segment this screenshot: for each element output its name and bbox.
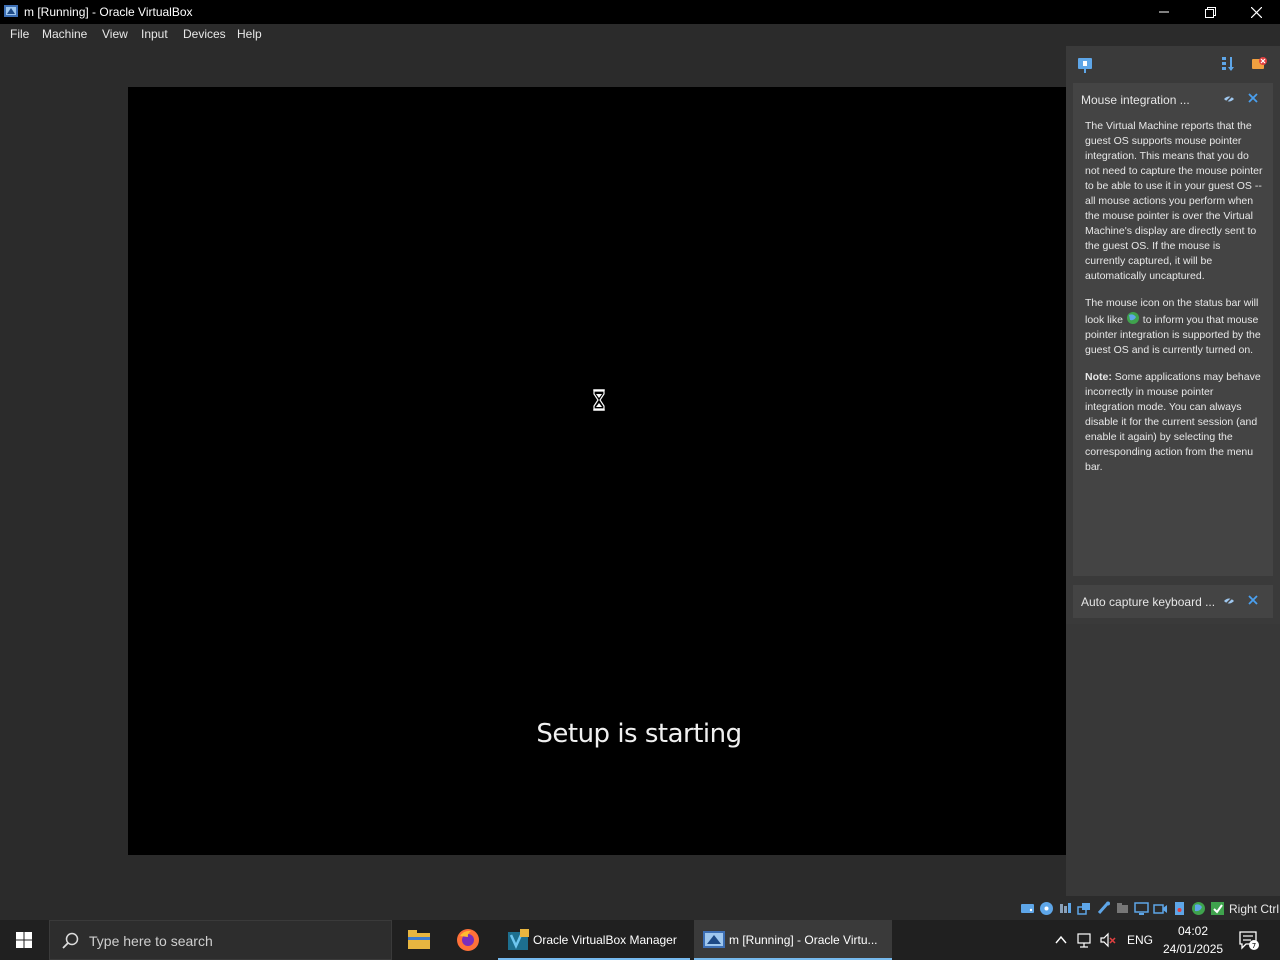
chevron-up-icon[interactable]	[1052, 931, 1070, 949]
menu-machine[interactable]: Machine	[42, 27, 87, 41]
taskbar-app-label: m [Running] - Oracle Virtu...	[729, 933, 878, 947]
menu-help[interactable]: Help	[237, 27, 262, 41]
notification-mouse-integration: Mouse integration ... The Virtual Machin…	[1073, 83, 1273, 576]
notification-paragraph-1: The Virtual Machine reports that the gue…	[1085, 120, 1263, 282]
virtualbox-vm-icon	[703, 931, 725, 948]
file-explorer-icon	[408, 930, 430, 949]
notification-paragraph-2: The mouse icon on the status bar will lo…	[1085, 296, 1263, 358]
firefox-button[interactable]	[444, 920, 492, 960]
notification-body: The Virtual Machine reports that the gue…	[1085, 119, 1263, 487]
recording-icon[interactable]	[1172, 901, 1187, 916]
virtualbox-manager-icon	[508, 929, 529, 950]
menu-devices[interactable]: Devices	[183, 27, 226, 41]
video-capture-icon[interactable]	[1153, 901, 1168, 916]
minimize-button[interactable]	[1141, 0, 1187, 24]
taskbar: Type here to search Oracle VirtualBox Ma…	[0, 920, 1280, 960]
network-tray-icon[interactable]	[1076, 931, 1094, 949]
window-title: m [Running] - Oracle VirtualBox	[24, 5, 193, 19]
menu-file[interactable]: File	[10, 27, 29, 41]
hourglass-icon	[592, 389, 606, 411]
taskbar-app-virtualbox-manager[interactable]: Oracle VirtualBox Manager	[498, 920, 690, 960]
close-button[interactable]	[1233, 0, 1279, 24]
vm-display-area: Setup is starting	[0, 46, 1066, 896]
mouse-integration-status-icon[interactable]	[1191, 901, 1206, 916]
optical-drive-icon[interactable]	[1039, 901, 1054, 916]
sort-icon[interactable]	[1219, 55, 1237, 73]
vm-status-bar: Right Ctrl	[1010, 898, 1280, 920]
taskbar-search-box[interactable]: Type here to search	[49, 920, 392, 960]
menu-input[interactable]: Input	[141, 27, 168, 41]
taskbar-app-label: Oracle VirtualBox Manager	[533, 933, 677, 947]
notification-auto-capture-keyboard[interactable]: Auto capture keyboard ...	[1073, 585, 1273, 618]
taskbar-app-vm-running[interactable]: m [Running] - Oracle Virtu...	[694, 920, 892, 960]
vm-screen[interactable]: Setup is starting	[128, 87, 1066, 855]
setup-status-text: Setup is starting	[536, 719, 742, 749]
panel-empty-area	[1066, 624, 1280, 896]
notification-title: Auto capture keyboard ...	[1081, 595, 1216, 609]
hide-notification-icon[interactable]	[1223, 94, 1235, 104]
menu-bar: File Machine View Input Devices Help	[0, 24, 1280, 46]
system-tray: ENG 04:02 24/01/2025 7	[1048, 920, 1280, 960]
note-label: Note:	[1085, 371, 1112, 383]
notification-center-panel: Mouse integration ... The Virtual Machin…	[1066, 46, 1280, 896]
windows-logo-icon	[16, 932, 32, 948]
audio-icon[interactable]	[1058, 901, 1073, 916]
start-button[interactable]	[0, 920, 48, 960]
shared-folders-icon[interactable]	[1115, 901, 1130, 916]
restore-icon	[1204, 6, 1216, 18]
action-center-icon[interactable]: 7	[1238, 929, 1260, 951]
close-notification-icon[interactable]	[1248, 595, 1258, 605]
host-key-label[interactable]: Right Ctrl	[1229, 902, 1279, 916]
pin-icon[interactable]	[1076, 56, 1094, 74]
close-icon	[1250, 6, 1262, 18]
usb-icon[interactable]	[1096, 901, 1111, 916]
display-icon[interactable]	[1134, 901, 1149, 916]
search-icon	[62, 932, 79, 949]
file-explorer-button[interactable]	[395, 920, 443, 960]
title-bar: m [Running] - Oracle VirtualBox	[0, 0, 1280, 24]
note-text: Some applications may behave incorrectly…	[1085, 371, 1261, 473]
notification-paragraph-3: Note: Some applications may behave incor…	[1085, 370, 1263, 475]
mouse-integration-icon	[1126, 312, 1139, 324]
keyboard-capture-icon[interactable]	[1210, 901, 1225, 916]
network-icon[interactable]	[1077, 901, 1092, 916]
firefox-icon	[457, 929, 479, 951]
clock-date[interactable]: 24/01/2025	[1163, 942, 1223, 956]
search-placeholder: Type here to search	[89, 933, 213, 949]
speaker-muted-icon[interactable]	[1099, 931, 1117, 949]
hard-disk-icon[interactable]	[1020, 901, 1035, 916]
close-notification-icon[interactable]	[1248, 93, 1258, 103]
notification-count: 7	[1252, 942, 1256, 950]
restore-button[interactable]	[1187, 0, 1233, 24]
hide-notification-icon[interactable]	[1223, 596, 1235, 606]
notification-title: Mouse integration ...	[1081, 93, 1190, 107]
minimize-icon	[1159, 11, 1169, 13]
menu-view[interactable]: View	[102, 27, 128, 41]
clear-notifications-icon[interactable]	[1250, 55, 1268, 73]
clock-time[interactable]: 04:02	[1178, 924, 1208, 938]
language-indicator[interactable]: ENG	[1127, 933, 1153, 947]
virtualbox-icon	[4, 5, 18, 17]
